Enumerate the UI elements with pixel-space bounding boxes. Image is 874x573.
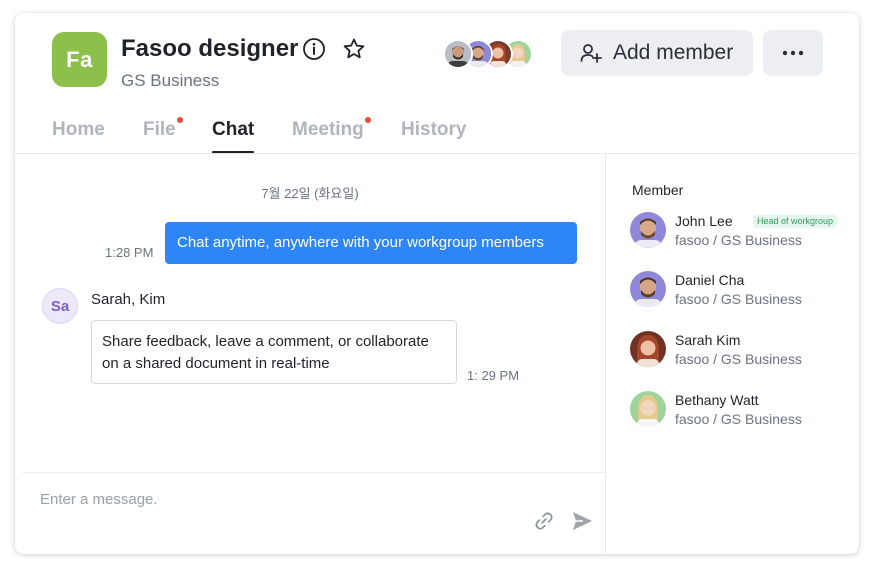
- sender-name: Sarah, Kim: [91, 291, 166, 308]
- incoming-message[interactable]: Share feedback, leave a comment, or coll…: [91, 320, 457, 384]
- head-badge: Head of workgroup: [753, 215, 838, 228]
- workgroup-subtitle: GS Business: [121, 71, 220, 90]
- member-org: fasoo / GS Business: [675, 351, 802, 367]
- tab-label: Meeting: [292, 119, 364, 140]
- member-avatar-stack[interactable]: [443, 39, 547, 69]
- member-name: Sarah Kim: [675, 332, 741, 348]
- divider: [605, 154, 606, 554]
- sender-avatar[interactable]: Sa: [42, 288, 78, 324]
- member-panel-title: Member: [632, 182, 684, 198]
- workgroup-logo: Fa: [52, 32, 107, 87]
- sender-initials: Sa: [50, 297, 70, 315]
- tab-label: Home: [52, 119, 105, 140]
- member-name: John Lee: [675, 213, 733, 229]
- tab-chat[interactable]: Chat: [212, 119, 254, 141]
- member-name: Bethany Watt: [675, 392, 759, 408]
- member-avatar: [630, 391, 666, 427]
- add-member-button[interactable]: Add member: [561, 30, 753, 76]
- message-input[interactable]: [38, 487, 502, 511]
- message-line: on a shared document in real-time: [102, 355, 330, 372]
- add-member-label: Add member: [613, 41, 734, 64]
- message-timestamp: 1: 29 PM: [467, 368, 520, 383]
- tab-label: History: [401, 119, 467, 140]
- more-options-button[interactable]: [763, 30, 823, 76]
- tab-history[interactable]: History: [401, 119, 466, 141]
- workgroup-logo-text: Fa: [66, 46, 93, 72]
- member-item[interactable]: Daniel Cha fasoo / GS Business: [630, 271, 850, 311]
- member-org: fasoo / GS Business: [675, 232, 802, 248]
- tab-meeting[interactable]: Meeting: [292, 117, 371, 141]
- message-line: Share feedback, leave a comment, or coll…: [102, 333, 429, 350]
- member-name: Daniel Cha: [675, 272, 745, 288]
- date-separator: 7월 22일 (화요일): [261, 186, 359, 201]
- outgoing-message[interactable]: Chat anytime, anywhere with your workgro…: [165, 222, 577, 264]
- composer-divider: [22, 472, 605, 473]
- info-icon[interactable]: [302, 37, 326, 61]
- star-icon[interactable]: [342, 37, 366, 61]
- notification-dot: [176, 117, 183, 123]
- member-item[interactable]: John Lee Head of workgroup fasoo / GS Bu…: [630, 212, 850, 252]
- send-icon[interactable]: [570, 509, 594, 533]
- member-item[interactable]: Bethany Watt fasoo / GS Business: [630, 391, 850, 431]
- add-user-icon: [580, 44, 602, 63]
- member-avatar: [630, 271, 666, 307]
- member-avatar: [630, 212, 666, 248]
- workgroup-card: Fa Fasoo designer GS Business Add member: [15, 13, 859, 554]
- notification-dot: [364, 117, 371, 123]
- tab-label: File: [143, 119, 176, 140]
- tab-file[interactable]: File: [143, 117, 183, 141]
- workgroup-title: Fasoo designer: [121, 35, 299, 62]
- divider: [15, 153, 859, 154]
- member-item[interactable]: Sarah Kim fasoo / GS Business: [630, 331, 850, 371]
- member-org: fasoo / GS Business: [675, 411, 802, 427]
- more-icon: [782, 50, 804, 56]
- member-avatar: [630, 331, 666, 367]
- tab-label: Chat: [212, 119, 255, 140]
- member-org: fasoo / GS Business: [675, 291, 802, 307]
- tab-home[interactable]: Home: [52, 119, 105, 141]
- message-timestamp: 1:28 PM: [105, 245, 154, 260]
- attach-link-icon[interactable]: [533, 510, 555, 532]
- avatar: [443, 39, 473, 69]
